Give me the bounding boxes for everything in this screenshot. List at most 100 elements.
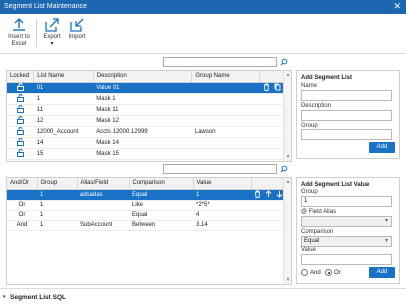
segment-list-scrollbar[interactable]: ▲ ▼: [283, 71, 291, 161]
table-row[interactable]: 11 Mask 11: [7, 104, 291, 116]
radio-checked-icon: [325, 269, 332, 276]
insert-to-excel-button[interactable]: Insert to Excel: [4, 18, 34, 48]
group-cell: 1: [37, 200, 77, 211]
scroll-up-icon[interactable]: ▲: [284, 72, 291, 78]
comparison-select[interactable]: Equal ▾: [301, 236, 392, 247]
comparison-value: Equal: [304, 238, 320, 244]
table-row[interactable]: 1 adsadas Equal 1: [7, 189, 291, 201]
copy-icon[interactable]: [274, 83, 281, 91]
value-search-input[interactable]: [163, 164, 277, 174]
column-header-locked[interactable]: Locked: [7, 71, 35, 83]
add-segment-list-button[interactable]: Add: [369, 142, 395, 153]
table-row[interactable]: 14 Mask 14: [7, 137, 291, 149]
group-field[interactable]: [301, 129, 392, 140]
delete-icon[interactable]: [263, 83, 270, 91]
alias-field-cell: SubAccount: [77, 220, 129, 231]
alias-field-cell: [77, 200, 129, 211]
scroll-down-icon[interactable]: ▼: [284, 154, 291, 160]
comparison-cell: Equal: [129, 189, 193, 201]
segment-value-header: And/Or Group Alias/Field Comparison Valu…: [7, 178, 291, 190]
add-segment-list-panel: Add Segment List Name Description Group …: [296, 70, 400, 159]
arrow-down-icon[interactable]: [276, 190, 283, 198]
scroll-down-icon[interactable]: ▼: [284, 277, 291, 283]
chevron-down-icon[interactable]: ▾: [3, 294, 6, 300]
and-radio-label: And: [310, 269, 321, 276]
column-header-group[interactable]: Group: [37, 178, 78, 190]
group-name-cell: Lawson: [191, 126, 260, 138]
unlock-icon[interactable]: [16, 115, 24, 124]
comparison-cell: Like: [129, 200, 193, 211]
title-bar: Segment List Maintenance ✕: [0, 0, 406, 14]
import-label: Import: [68, 34, 86, 40]
table-row[interactable]: 01 Value 01: [7, 82, 291, 94]
and-or-cell: And: [7, 220, 37, 231]
import-icon: [70, 18, 84, 32]
value-field[interactable]: [301, 254, 392, 265]
and-or-cell: Or: [7, 200, 37, 211]
column-header-comparison[interactable]: Comparison: [129, 178, 194, 190]
column-header-and-or[interactable]: And/Or: [7, 178, 38, 190]
name-field[interactable]: [301, 90, 392, 101]
export-label: Export: [43, 34, 61, 40]
description-cell: Mask 15: [93, 148, 192, 160]
group-cell: 1: [37, 220, 77, 231]
import-button[interactable]: Import: [66, 18, 88, 41]
table-row[interactable]: 15 Mask 15: [7, 148, 291, 160]
unlock-icon[interactable]: [16, 137, 24, 146]
segment-value-scrollbar[interactable]: ▲ ▼: [283, 178, 291, 284]
column-header-list-name[interactable]: List Name: [33, 71, 94, 83]
insert-label-line1: Insert to: [8, 34, 30, 40]
export-icon: [45, 18, 59, 32]
segment-list-sql-section[interactable]: ▾ Segment List SQL: [0, 288, 406, 305]
table-row[interactable]: And 1 SubAccount Between 3.14: [7, 220, 291, 231]
add-segment-list-title: Add Segment List: [301, 75, 353, 81]
list-name-cell: 12000_Account: [33, 126, 94, 138]
table-row[interactable]: Or 1 Equal 4: [7, 210, 291, 221]
list-search-input[interactable]: [163, 57, 277, 67]
unlock-icon[interactable]: [16, 104, 24, 113]
unlock-icon[interactable]: [16, 82, 24, 91]
close-icon[interactable]: ✕: [393, 1, 401, 11]
field-alias-select[interactable]: ▾: [301, 216, 392, 227]
export-button[interactable]: Export ▾: [41, 18, 63, 48]
table-row[interactable]: 12000_Account Accts 12000.12999 Lawson: [7, 126, 291, 138]
scroll-up-icon[interactable]: ▲: [284, 179, 291, 185]
or-radio-label: Or: [334, 269, 341, 276]
unlock-icon[interactable]: [16, 148, 24, 157]
value-cell: 4: [193, 210, 251, 221]
value-cell: 3.14: [193, 220, 251, 231]
field-alias-label: @ Field Alias: [301, 209, 337, 215]
table-row[interactable]: 12 Mask 12: [7, 115, 291, 127]
description-cell: Mask 14: [93, 137, 192, 149]
column-header-value[interactable]: Value: [193, 178, 252, 190]
insert-label-line2: Excel: [11, 41, 27, 47]
column-header-description[interactable]: Description: [93, 71, 193, 83]
comparison-label: Comparison: [301, 229, 334, 235]
delete-icon[interactable]: [254, 190, 261, 198]
and-radio[interactable]: And: [301, 269, 321, 276]
description-field[interactable]: [301, 110, 392, 121]
unlock-icon[interactable]: [16, 126, 24, 135]
column-header-alias-field[interactable]: Alias/Field: [77, 178, 130, 190]
or-radio[interactable]: Or: [325, 269, 341, 276]
table-row[interactable]: Or 1 Like *2*5*: [7, 200, 291, 211]
group-cell: 1: [37, 189, 77, 201]
table-row[interactable]: 1 Mask 1: [7, 93, 291, 105]
arrow-up-icon[interactable]: [265, 189, 272, 198]
unlock-icon[interactable]: [16, 93, 24, 102]
chevron-down-icon: ▾: [384, 238, 388, 244]
value-group-field[interactable]: 1: [301, 196, 392, 207]
column-header-group-name[interactable]: Group Name: [191, 71, 261, 83]
list-name-cell: 1: [33, 93, 94, 105]
description-label: Description: [301, 103, 332, 109]
group-name-cell: [191, 93, 260, 105]
group-name-cell: [191, 137, 260, 149]
search-icon[interactable]: [278, 57, 290, 67]
segment-list-sql-label: Segment List SQL: [10, 294, 66, 301]
toolbar-separator: [36, 19, 37, 47]
add-segment-value-panel: Add Segment List Value Group 1 @ Field A…: [296, 177, 400, 284]
add-segment-value-button[interactable]: Add: [369, 267, 395, 278]
group-cell: 1: [37, 210, 77, 221]
search-icon[interactable]: [278, 164, 290, 174]
segment-list-header: Locked List Name Description Group Name: [7, 71, 291, 83]
